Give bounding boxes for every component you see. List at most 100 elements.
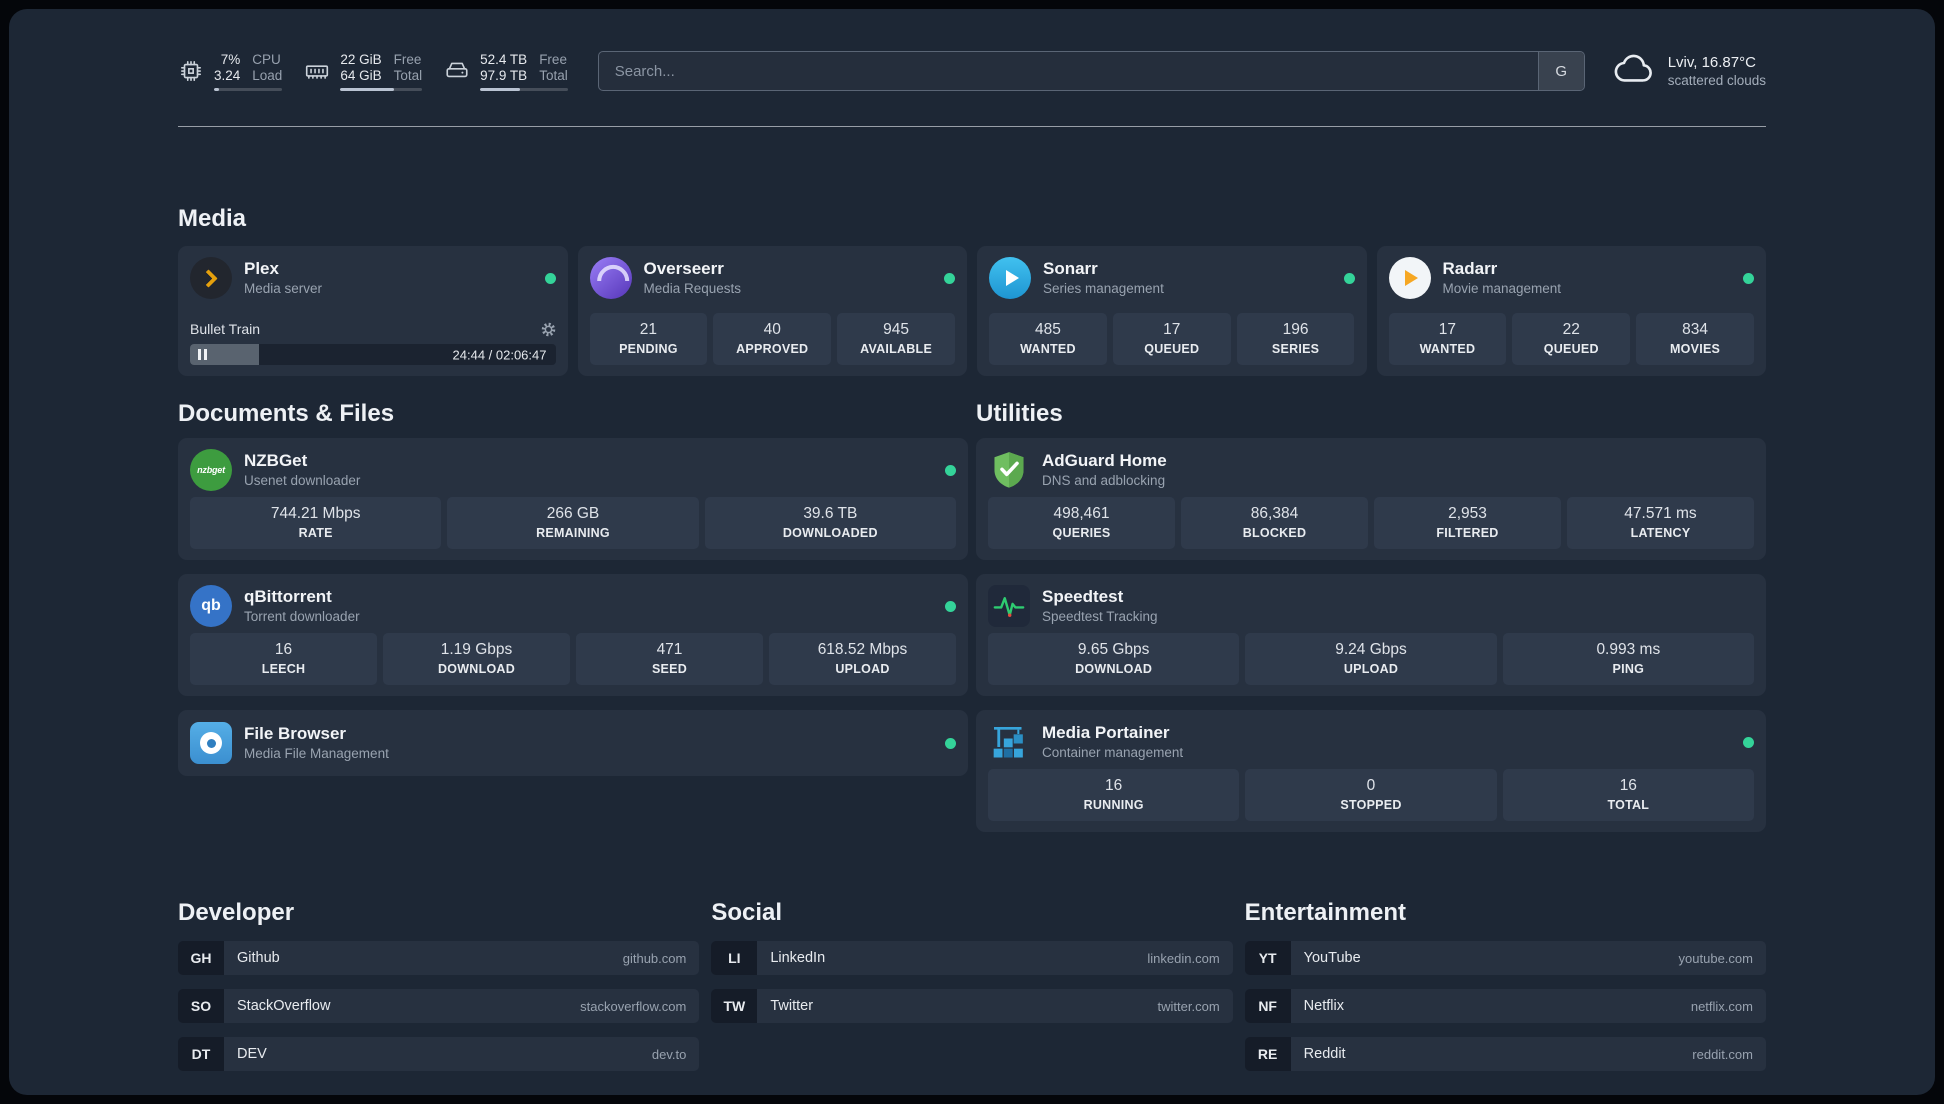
- stat-label: APPROVED: [736, 342, 809, 356]
- bookmark-bar: Twitter twitter.com: [757, 989, 1233, 1023]
- disk-free: 52.4 TB: [480, 51, 528, 67]
- section-media: Media Plex Media server Bullet Train 24:…: [178, 205, 1766, 376]
- bookmark-twitter[interactable]: TW Twitter twitter.com: [711, 989, 1233, 1023]
- memory-label-2: Total: [393, 67, 423, 83]
- service-card-radarr[interactable]: Radarr Movie management 17 WANTED 22 QUE…: [1376, 246, 1766, 376]
- status-dot: [544, 272, 556, 284]
- bookmark-abbr: RE: [1244, 1037, 1291, 1071]
- service-description: Torrent downloader: [244, 609, 360, 624]
- section-documents: Documents & Files nzbget NZBGet Usenet d…: [178, 400, 968, 776]
- bookmark-linkedin[interactable]: LI LinkedIn linkedin.com: [711, 941, 1233, 975]
- bookmark-abbr: NF: [1244, 989, 1291, 1023]
- stat-block: 0.993 ms PING: [1502, 633, 1754, 685]
- cpu-label-1: CPU: [252, 51, 281, 67]
- cpu-readout: 7% 3.24 CPU Load: [214, 51, 283, 91]
- search-input[interactable]: [597, 51, 1585, 91]
- service-card-overseerr[interactable]: Overseerr Media Requests 21 PENDING 40 A…: [577, 246, 967, 376]
- stat-label: RATE: [298, 526, 333, 540]
- player-progress-bar[interactable]: 24:44 / 02:06:47: [190, 344, 556, 365]
- service-card-plex[interactable]: Plex Media server Bullet Train 24:44 / 0…: [178, 246, 568, 376]
- bookmark-github[interactable]: GH Github github.com: [178, 941, 700, 975]
- bookmark-bar: DEV dev.to: [224, 1037, 700, 1071]
- divider: [178, 126, 1766, 127]
- bookmark-netflix[interactable]: NF Netflix netflix.com: [1244, 989, 1766, 1023]
- bookmark-youtube[interactable]: YT YouTube youtube.com: [1244, 941, 1766, 975]
- stat-label: DOWNLOAD: [1075, 662, 1153, 676]
- topbar: 7% 3.24 CPU Load 22 GiB 64 GiB Free Tota…: [178, 49, 1766, 93]
- stat-block: 834 MOVIES: [1636, 313, 1754, 365]
- radarr-icon: [1388, 257, 1431, 299]
- stat-value: 196: [1282, 321, 1309, 338]
- disk-widget: 52.4 TB 97.9 TB Free Total: [444, 52, 568, 91]
- disk-usage-fill: [480, 87, 521, 91]
- service-card-nzbget[interactable]: nzbget NZBGet Usenet downloader 744.21 M…: [178, 438, 968, 560]
- bookmark-bar: LinkedIn linkedin.com: [757, 941, 1233, 975]
- section-utilities: Utilities AdGuard Home DNS and adblockin…: [976, 400, 1766, 832]
- cpu-load-avg: 3.24: [214, 67, 241, 83]
- stat-label: TOTAL: [1607, 798, 1650, 812]
- service-header: Speedtest Speedtest Tracking: [988, 585, 1754, 627]
- stat-value: 47.571 ms: [1624, 505, 1697, 522]
- stat-value: 0.993 ms: [1596, 641, 1661, 658]
- service-name: Overseerr: [643, 259, 724, 278]
- stat-block: 16 LEECH: [190, 633, 377, 685]
- developer-bookmarks: GH Github github.com SO StackOverflow st…: [178, 941, 700, 1071]
- service-card-qbittorrent[interactable]: qb qBittorrent Torrent downloader 16 LEE…: [178, 574, 968, 696]
- service-text: File Browser Media File Management: [244, 724, 389, 762]
- stat-block: 196 SERIES: [1236, 313, 1355, 365]
- bookmark-url: dev.to: [651, 1046, 687, 1062]
- stat-label: SEED: [651, 662, 688, 676]
- stats-row: 9.65 Gbps DOWNLOAD 9.24 Gbps UPLOAD 0.99…: [988, 633, 1754, 685]
- bookmark-name: Netflix: [1303, 998, 1344, 1014]
- disk-label-2: Total: [539, 67, 568, 83]
- bookmark-dev[interactable]: DT DEV dev.to: [178, 1037, 700, 1071]
- stat-label: PING: [1612, 662, 1645, 676]
- bookmark-url: netflix.com: [1690, 998, 1753, 1014]
- stat-value: 485: [1034, 321, 1061, 338]
- stat-value: 2,953: [1448, 505, 1487, 522]
- weather-condition: scattered clouds: [1667, 73, 1766, 88]
- stat-value: 40: [763, 321, 781, 338]
- service-card-sonarr[interactable]: Sonarr Series management 485 WANTED 17 Q…: [977, 246, 1367, 376]
- bookmark-abbr: YT: [1244, 941, 1291, 975]
- disk-total: 97.9 TB: [480, 67, 528, 83]
- status-dot: [1743, 272, 1754, 284]
- service-header: Sonarr Series management: [989, 257, 1355, 299]
- bookmarks-area: Developer GH Github github.com SO StackO…: [178, 899, 1766, 1095]
- bookmark-url: github.com: [622, 950, 687, 966]
- overseerr-icon: [589, 257, 632, 299]
- bookmark-bar: Github github.com: [224, 941, 700, 975]
- pause-button[interactable]: [198, 344, 207, 365]
- nzbget-icon: nzbget: [190, 449, 232, 491]
- stat-value: 17: [1438, 321, 1457, 338]
- service-description: Container management: [1042, 745, 1184, 760]
- disk-usage-bar: [480, 87, 568, 91]
- social-bookmarks: LI LinkedIn linkedin.com TW Twitter twit…: [711, 941, 1233, 1023]
- status-dot: [945, 600, 956, 612]
- bookmark-bar: Reddit reddit.com: [1290, 1037, 1766, 1071]
- gear-icon[interactable]: [541, 322, 556, 337]
- stat-value: 945: [883, 321, 909, 338]
- bookmark-reddit[interactable]: RE Reddit reddit.com: [1244, 1037, 1766, 1071]
- service-text: Speedtest Speedtest Tracking: [1042, 587, 1158, 625]
- section-title-developer: Developer: [178, 899, 295, 926]
- service-card-portainer[interactable]: Media Portainer Container management 16 …: [976, 710, 1766, 832]
- stat-label: BLOCKED: [1242, 526, 1307, 540]
- stat-label: SERIES: [1271, 342, 1320, 356]
- middle-columns: Documents & Files nzbget NZBGet Usenet d…: [178, 400, 1766, 832]
- service-name: qBittorrent: [244, 587, 332, 606]
- disk-icon: [444, 58, 470, 84]
- service-card-filebrowser[interactable]: File Browser Media File Management: [178, 710, 968, 776]
- stats-row: 744.21 Mbps RATE 266 GB REMAINING 39.6 T…: [190, 497, 956, 549]
- stat-label: MOVIES: [1670, 342, 1721, 356]
- stat-block: 0 STOPPED: [1245, 769, 1497, 821]
- stat-block: 744.21 Mbps RATE: [190, 497, 442, 549]
- service-card-adguard[interactable]: AdGuard Home DNS and adblocking 498,461 …: [976, 438, 1766, 560]
- search-provider-button[interactable]: G: [1537, 52, 1584, 90]
- cloud-icon: [1613, 48, 1655, 95]
- stat-block: 39.6 TB DOWNLOADED: [704, 497, 956, 549]
- bookmark-stackoverflow[interactable]: SO StackOverflow stackoverflow.com: [178, 989, 700, 1023]
- service-name: Media Portainer: [1042, 723, 1170, 742]
- section-entertainment: Entertainment YT YouTube youtube.com NF …: [1244, 899, 1766, 1071]
- service-card-speedtest[interactable]: Speedtest Speedtest Tracking 9.65 Gbps D…: [976, 574, 1766, 696]
